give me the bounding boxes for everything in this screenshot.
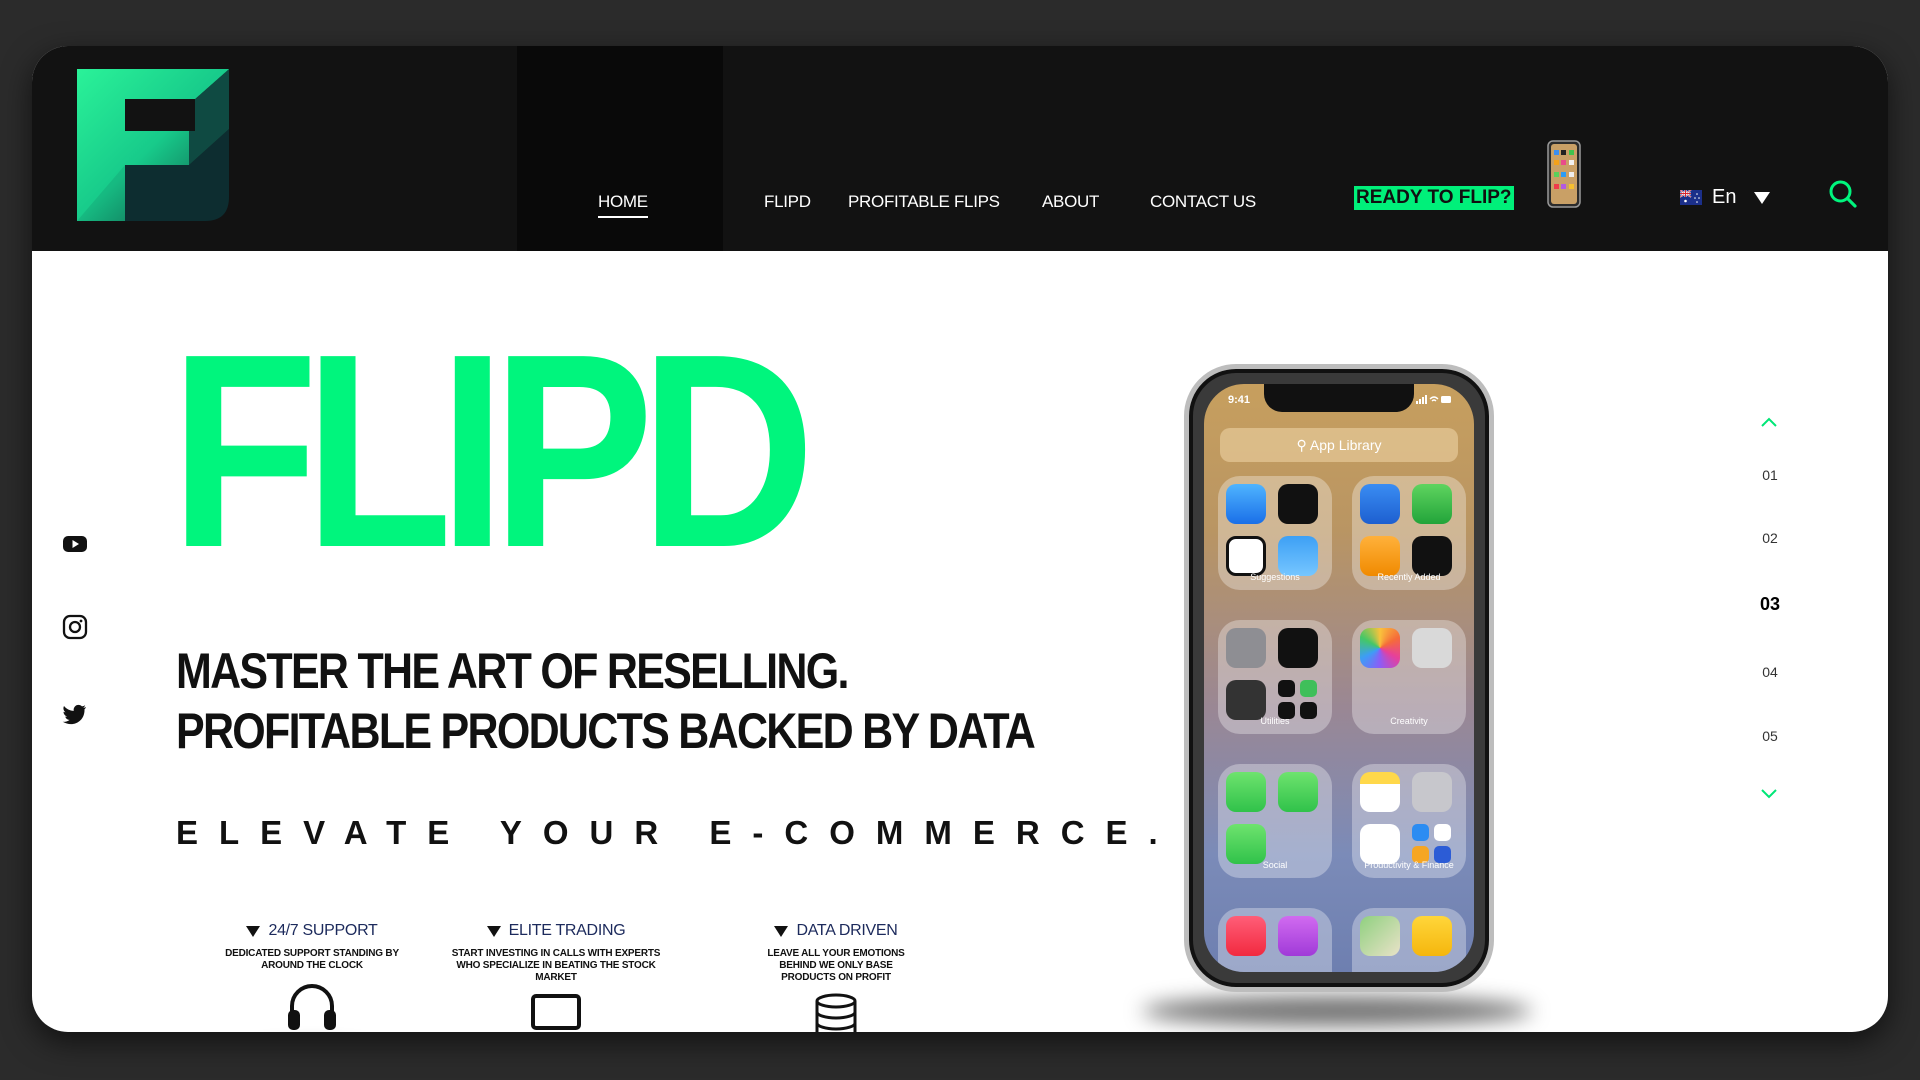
- phone-notch: [1264, 384, 1414, 412]
- status-time: 9:41: [1228, 394, 1251, 406]
- app-library-search[interactable]: ⚲ App Library: [1220, 428, 1458, 462]
- feature-elite-trading: ELITE TRADING START INVESTING IN CALLS W…: [426, 922, 686, 1032]
- settings-app-icon: [1226, 628, 1266, 668]
- pages-app-icon: [1360, 536, 1400, 576]
- feature-description: DEDICATED SUPPORT STANDING BY AROUND THE…: [225, 947, 399, 971]
- language-selector[interactable]: En: [1680, 186, 1771, 209]
- feature-support: 24/7 SUPPORT DEDICATED SUPPORT STANDING …: [182, 922, 442, 1032]
- triangle-down-icon: [486, 925, 501, 937]
- phone-shadow: [1142, 996, 1532, 1026]
- ready-to-flip-button[interactable]: READY TO FLIP?: [1354, 186, 1514, 210]
- pager-page-02[interactable]: 02: [1750, 530, 1790, 546]
- phone-app-icon: [1226, 824, 1266, 864]
- calculator-app-icon: [1226, 680, 1266, 720]
- nav-home[interactable]: HOME: [598, 192, 648, 218]
- phone-screen: 9:41 ⚲ App Library Suggestions Recently …: [1204, 384, 1474, 972]
- feature-title: 24/7 SUPPORT: [268, 922, 378, 939]
- hero-subtitle: ELEVATE YOUR E-COMMERCE.: [176, 814, 1179, 851]
- folder-label: Suggestions: [1250, 572, 1300, 582]
- instagram-icon[interactable]: [62, 614, 88, 640]
- laptop-icon: [525, 993, 587, 1032]
- messages-app-icon: [1226, 772, 1266, 812]
- notes-app-icon: [1360, 772, 1400, 812]
- files-app-icon: [1360, 824, 1400, 864]
- twitter-icon[interactable]: [62, 701, 88, 727]
- language-label: En: [1712, 186, 1737, 208]
- feature-description: LEAVE ALL YOUR EMOTIONS BEHIND WE ONLY B…: [767, 947, 905, 983]
- folder-entertainment[interactable]: [1218, 908, 1332, 972]
- triangle-down-icon: [774, 925, 789, 937]
- camera-app-icon: [1412, 628, 1452, 668]
- music-app-icon: [1226, 916, 1266, 956]
- site-header: HOME FLIPD PROFITABLE FLIPS ABOUT CONTAC…: [32, 46, 1888, 251]
- chevron-up-icon[interactable]: [1760, 416, 1778, 428]
- folder-information[interactable]: [1352, 908, 1466, 972]
- feature-elite-trading-toggle[interactable]: ELITE TRADING: [486, 922, 626, 940]
- nav-profitable-flips[interactable]: PROFITABLE FLIPS: [848, 192, 1000, 212]
- home-nav-highlight: [517, 46, 723, 251]
- pager-page-04[interactable]: 04: [1750, 664, 1790, 680]
- youtube-icon[interactable]: [62, 531, 88, 557]
- feature-title: ELITE TRADING: [508, 922, 626, 939]
- pager-page-03[interactable]: 03: [1750, 594, 1790, 615]
- find-my-app-icon: [1300, 680, 1317, 697]
- feature-support-toggle[interactable]: 24/7 SUPPORT: [246, 922, 378, 940]
- keynote-app-icon: [1360, 484, 1400, 524]
- facetime-app-icon: [1278, 772, 1318, 812]
- nav-contact-us[interactable]: CONTACT US: [1150, 192, 1256, 212]
- hero-title: FLIPD: [170, 297, 815, 605]
- database-icon: [815, 993, 857, 1032]
- maps-app-icon: [1360, 916, 1400, 956]
- app-library-placeholder: App Library: [1309, 437, 1382, 453]
- compass-app-icon: [1278, 680, 1295, 697]
- weather-app-icon: [1278, 536, 1318, 576]
- hero-tagline-2: PROFITABLE PRODUCTS BACKED BY DATA: [176, 703, 1036, 759]
- folder-label: Utilities: [1260, 716, 1290, 726]
- feature-title: DATA DRIVEN: [796, 922, 898, 939]
- search-icon[interactable]: [1828, 179, 1858, 209]
- folder-label: Creativity: [1390, 716, 1428, 726]
- folder-label: Social: [1262, 860, 1288, 870]
- triangle-down-icon: [246, 925, 261, 937]
- signal-wifi-battery-icon: [1416, 395, 1451, 404]
- search-icon: ⚲: [1296, 437, 1307, 453]
- apple-tv-app-icon: [1278, 484, 1318, 524]
- feature-data-driven-toggle[interactable]: DATA DRIVEN: [774, 922, 898, 940]
- mail-app-icon: [1226, 484, 1266, 524]
- app-store-app-icon: [1412, 824, 1429, 841]
- activity-app-icon: [1412, 536, 1452, 576]
- phone-mockup: 9:41 ⚲ App Library Suggestions Recently …: [1184, 364, 1494, 992]
- chevron-down-icon[interactable]: [1760, 788, 1778, 800]
- mini-phone-icon: [1547, 140, 1581, 208]
- nav-flipd[interactable]: FLIPD: [764, 192, 811, 212]
- tips-app-icon: [1412, 916, 1452, 956]
- browser-frame: HOME FLIPD PROFITABLE FLIPS ABOUT CONTAC…: [32, 46, 1888, 1032]
- feature-description: START INVESTING IN CALLS WITH EXPERTS WH…: [451, 947, 661, 983]
- flipd-logo[interactable]: [77, 69, 229, 221]
- contacts-app-icon: [1412, 772, 1452, 812]
- photos-app-icon: [1360, 628, 1400, 668]
- itunes-store-app-icon: [1278, 916, 1318, 956]
- watch-app-icon: [1278, 628, 1318, 668]
- pager-page-05[interactable]: 05: [1750, 728, 1790, 744]
- chevron-down-icon: [1754, 191, 1771, 204]
- stocks-app-icon: [1434, 824, 1451, 841]
- hero-tagline-1: MASTER THE ART OF RESELLING.: [176, 643, 849, 699]
- nav-about[interactable]: ABOUT: [1042, 192, 1099, 212]
- clock-app-icon: [1226, 536, 1266, 576]
- pager-page-01[interactable]: 01: [1750, 467, 1790, 483]
- australia-flag-icon: [1680, 190, 1702, 205]
- numbers-app-icon: [1412, 484, 1452, 524]
- folder-label: Recently Added: [1377, 572, 1441, 582]
- feature-data-driven: DATA DRIVEN LEAVE ALL YOUR EMOTIONS BEHI…: [706, 922, 966, 1032]
- headphones-icon: [288, 983, 336, 1030]
- folder-label: Productivity & Finance: [1364, 860, 1454, 870]
